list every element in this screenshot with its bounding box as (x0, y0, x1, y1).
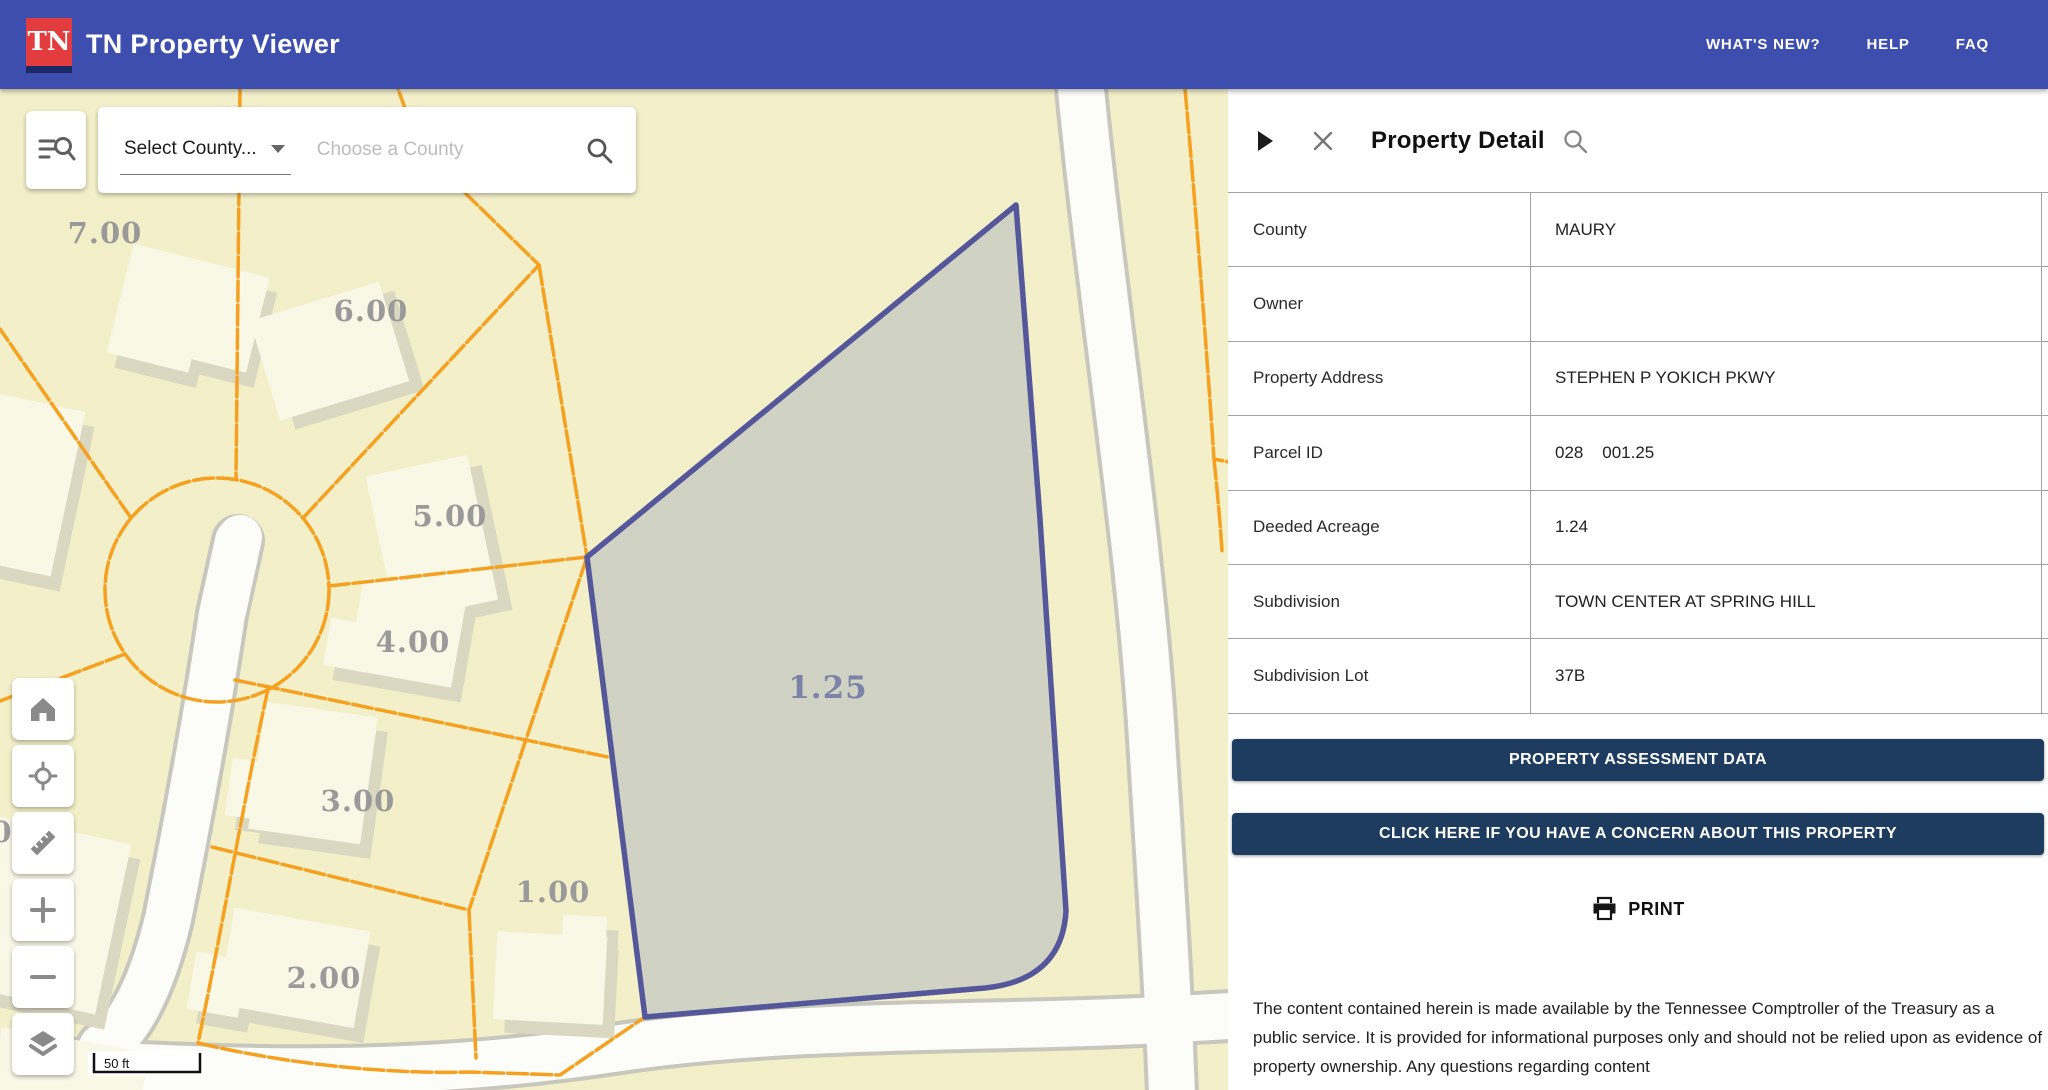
parcel-label: 6.00 (334, 294, 409, 328)
tn-state-logo: TN (26, 18, 72, 73)
property-row-label: Parcel ID (1228, 416, 1531, 489)
zoom-in-icon (28, 895, 58, 925)
layers-button[interactable] (12, 1013, 74, 1075)
disclaimer-text: The content contained herein is made ava… (1253, 994, 2043, 1081)
nav-faq[interactable]: FAQ (1933, 26, 2012, 63)
property-row-value: 1.24 (1531, 491, 2042, 564)
search-results-toggle-button[interactable] (26, 111, 86, 189)
parcel-label: 4.00 (376, 625, 451, 659)
chevron-down-icon (271, 145, 285, 153)
parcel-label: 0 (0, 815, 13, 849)
map-canvas[interactable]: 7.00 6.00 5.00 4.00 3.00 2.00 1.00 0 1.25 Select… (0, 89, 1228, 1090)
scale-bar-label: 50 ft (104, 1056, 129, 1071)
parcel-basemap (0, 89, 1228, 1090)
property-row-label: Property Address (1228, 342, 1531, 415)
measure-icon (27, 827, 59, 859)
print-button[interactable]: PRINT (1228, 885, 2048, 933)
property-row: Owner (1228, 267, 2048, 341)
app-header: TN TN Property Viewer WHAT'S NEW?HELPFAQ (0, 0, 2048, 89)
measure-button[interactable] (12, 812, 74, 874)
selected-parcel-label: 1.25 (788, 670, 868, 706)
locate-button[interactable] (12, 745, 74, 807)
county-search-input[interactable] (317, 139, 584, 161)
property-row-label: Deeded Acreage (1228, 491, 1531, 564)
assessment-data-button[interactable]: PROPERTY ASSESSMENT DATA (1232, 739, 2044, 781)
county-select-label: Select County... (124, 138, 257, 160)
home-button[interactable] (12, 678, 74, 740)
nav-help[interactable]: HELP (1844, 26, 1933, 63)
property-row-value: STEPHEN P YOKICH PKWY (1531, 342, 2042, 415)
property-concern-button[interactable]: CLICK HERE IF YOU HAVE A CONCERN ABOUT T… (1232, 813, 2044, 855)
property-row: CountyMAURY (1228, 193, 2048, 267)
panel-title: Property Detail (1371, 127, 1545, 155)
collapse-panel-icon[interactable] (1258, 131, 1273, 151)
property-row: Subdivision Lot37B (1228, 639, 2048, 713)
parcel-label: 7.00 (68, 216, 143, 250)
property-row-value: MAURY (1531, 193, 2042, 266)
parcel-label: 3.00 (321, 784, 396, 818)
property-row-label: Owner (1228, 267, 1531, 340)
list-search-icon (36, 132, 76, 168)
property-row-value: 37B (1531, 639, 2042, 712)
printer-icon (1591, 896, 1618, 922)
scale-bar: 50 ft (88, 1051, 206, 1076)
property-row: Property AddressSTEPHEN P YOKICH PKWY (1228, 342, 2048, 416)
property-table: CountyMAURYOwnerProperty AddressSTEPHEN … (1228, 192, 2048, 714)
parcel-label: 1.00 (516, 875, 591, 909)
home-icon (28, 695, 58, 723)
zoom-in-button[interactable] (12, 879, 74, 941)
property-detail-panel: Property Detail CountyMAURYOwnerProperty… (1228, 89, 2048, 1090)
property-row-value (1531, 267, 2042, 340)
property-row: Parcel ID028 001.25 (1228, 416, 2048, 490)
header-nav: WHAT'S NEW?HELPFAQ (1683, 26, 2012, 63)
property-row: SubdivisionTOWN CENTER AT SPRING HILL (1228, 565, 2048, 639)
app-title: TN Property Viewer (86, 29, 340, 60)
nav-what-s-new[interactable]: WHAT'S NEW? (1683, 26, 1844, 63)
property-row-label: Subdivision Lot (1228, 639, 1531, 712)
property-row: Deeded Acreage1.24 (1228, 491, 2048, 565)
tn-property-viewer-app: TN TN Property Viewer WHAT'S NEW?HELPFAQ (0, 0, 2048, 1090)
property-row-label: County (1228, 193, 1531, 266)
tn-logo-underline (26, 66, 72, 73)
parcel-label: 2.00 (287, 961, 362, 995)
panel-header: Property Detail (1228, 89, 2048, 192)
panel-search-icon[interactable] (1561, 127, 1589, 155)
property-row-value: TOWN CENTER AT SPRING HILL (1531, 565, 2042, 638)
locate-icon (28, 761, 58, 791)
tn-logo-mark: TN (26, 18, 72, 66)
panel-actions: PROPERTY ASSESSMENT DATA CLICK HERE IF YO… (1232, 739, 2044, 855)
layers-icon (27, 1029, 59, 1059)
zoom-out-button[interactable] (12, 946, 74, 1008)
county-select-dropdown[interactable]: Select County... (120, 138, 291, 175)
zoom-out-icon (28, 962, 58, 992)
print-label: PRINT (1628, 899, 1685, 920)
search-icon[interactable] (584, 135, 614, 165)
parcel-label: 5.00 (413, 499, 488, 533)
county-search-bar: Select County... (98, 107, 636, 193)
close-icon[interactable] (1311, 129, 1335, 153)
property-row-label: Subdivision (1228, 565, 1531, 638)
property-row-value: 028 001.25 (1531, 416, 2042, 489)
